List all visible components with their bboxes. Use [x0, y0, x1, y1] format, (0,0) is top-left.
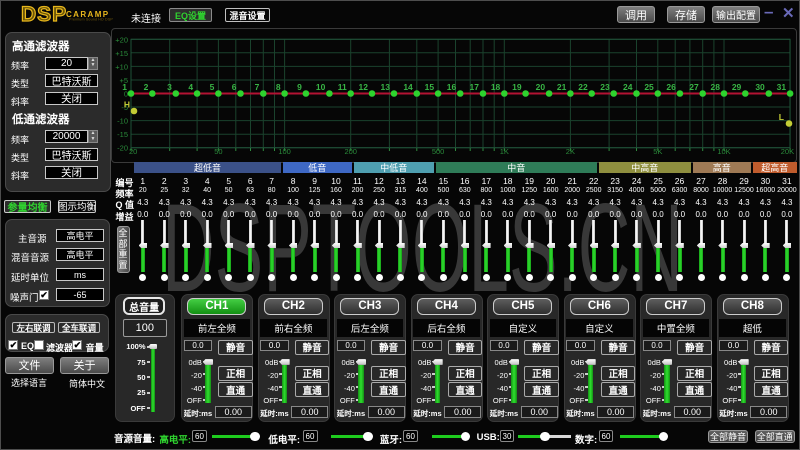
svg-text:27: 27	[689, 82, 699, 92]
svg-text:+10: +10	[115, 62, 128, 71]
svg-text:13: 13	[381, 82, 391, 92]
svg-text:+20: +20	[115, 35, 128, 44]
svg-text:7: 7	[255, 82, 260, 92]
svg-text:19: 19	[512, 82, 522, 92]
svg-text:18: 18	[491, 82, 501, 92]
svg-text:20: 20	[129, 147, 137, 156]
svg-text:-20: -20	[117, 144, 128, 153]
svg-text:9: 9	[297, 82, 302, 92]
svg-text:6: 6	[232, 82, 237, 92]
svg-text:31: 31	[777, 82, 787, 92]
svg-text:-15: -15	[117, 130, 128, 139]
svg-text:1K: 1K	[500, 147, 509, 156]
svg-text:5K: 5K	[653, 147, 662, 156]
svg-text:20K: 20K	[781, 147, 794, 156]
svg-text:100: 100	[278, 147, 291, 156]
svg-text:24: 24	[623, 82, 633, 92]
svg-text:1: 1	[122, 82, 127, 92]
svg-text:L: L	[779, 112, 784, 122]
svg-text:21: 21	[557, 82, 567, 92]
svg-text:30: 30	[755, 82, 765, 92]
svg-text:22: 22	[578, 82, 588, 92]
svg-text:11: 11	[338, 82, 347, 92]
svg-text:20: 20	[536, 82, 546, 92]
svg-text:26: 26	[666, 82, 676, 92]
svg-text:2: 2	[144, 82, 149, 92]
svg-text:-10: -10	[117, 117, 128, 126]
svg-text:12: 12	[359, 82, 369, 92]
svg-text:14: 14	[403, 82, 413, 92]
svg-text:500: 500	[432, 147, 445, 156]
svg-text:+15: +15	[115, 49, 128, 58]
svg-text:29: 29	[732, 82, 742, 92]
svg-text:200: 200	[344, 147, 357, 156]
svg-text:4: 4	[188, 82, 193, 92]
svg-text:23: 23	[600, 82, 610, 92]
svg-text:50: 50	[214, 147, 222, 156]
svg-text:17: 17	[470, 82, 480, 92]
svg-text:5: 5	[210, 82, 215, 92]
svg-text:2K: 2K	[566, 147, 575, 156]
svg-text:16: 16	[447, 82, 457, 92]
svg-text:10: 10	[316, 82, 326, 92]
svg-text:10K: 10K	[717, 147, 730, 156]
svg-text:25: 25	[644, 82, 654, 92]
svg-text:3: 3	[167, 82, 172, 92]
svg-text:8: 8	[276, 82, 281, 92]
svg-text:28: 28	[711, 82, 721, 92]
svg-text:H: H	[124, 100, 130, 110]
svg-text:15: 15	[425, 82, 435, 92]
